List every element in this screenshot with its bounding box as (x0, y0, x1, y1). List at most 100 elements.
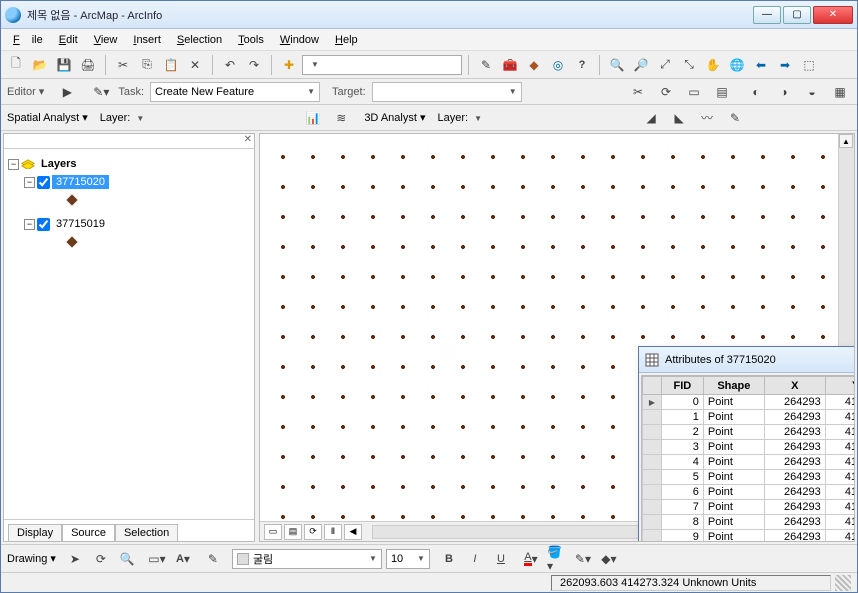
drawing-label[interactable]: Drawing ▾ (7, 552, 56, 565)
cell-shape[interactable]: Point (703, 470, 764, 485)
cell-y[interactable]: 414297 (825, 395, 855, 410)
cell-shape[interactable]: Point (703, 500, 764, 515)
cell-y[interactable]: 414296 (825, 410, 855, 425)
table-row[interactable]: 9Point26429341428844,203 (643, 530, 856, 543)
zoom-in-icon[interactable]: 🔍 (606, 54, 628, 76)
collapse-icon[interactable]: − (8, 159, 19, 170)
cell-x[interactable]: 264293 (764, 440, 825, 455)
threeD-tool2-icon[interactable]: ◣ (668, 107, 690, 129)
edit-tool3-icon[interactable]: ◑ (773, 81, 795, 103)
full-extent-icon[interactable]: 🌐 (726, 54, 748, 76)
new-icon[interactable]: 🗋 (5, 54, 27, 76)
fontsize-combo[interactable]: 10▼ (386, 549, 430, 569)
cell-fid[interactable]: 5 (661, 470, 703, 485)
contour-icon[interactable]: ≋ (330, 107, 352, 129)
cell-y[interactable]: 414291 (825, 485, 855, 500)
attributes-icon[interactable]: ▭ (683, 81, 705, 103)
menu-insert[interactable]: Insert (127, 32, 167, 48)
table-row[interactable]: 1Point26429341429644,392 (643, 410, 856, 425)
tab-source[interactable]: Source (62, 524, 115, 541)
italic-icon[interactable]: I (464, 548, 486, 570)
next-extent-icon[interactable]: ➡ (774, 54, 796, 76)
cell-fid[interactable]: 8 (661, 515, 703, 530)
task-combo[interactable]: Create New Feature▼ (150, 82, 320, 102)
cell-x[interactable]: 264293 (764, 425, 825, 440)
histogram-icon[interactable]: 📊 (302, 107, 324, 129)
col-shape[interactable]: Shape (703, 377, 764, 395)
menu-help[interactable]: Help (329, 32, 364, 48)
menu-view[interactable]: View (88, 32, 124, 48)
menu-selection[interactable]: Selection (171, 32, 228, 48)
open-icon[interactable]: 📂 (29, 54, 51, 76)
target-combo[interactable]: ▼ (372, 82, 522, 102)
fill-color-icon[interactable]: 🪣▾ (546, 548, 568, 570)
row-selector-header[interactable] (643, 377, 662, 395)
marker-color-icon[interactable]: ◆▾ (598, 548, 620, 570)
prev-extent-icon[interactable]: ⬅ (750, 54, 772, 76)
table-row[interactable]: 3Point26429341429444,35 (643, 440, 856, 455)
cell-x[interactable]: 264293 (764, 395, 825, 410)
row-handle[interactable] (643, 455, 662, 470)
line-color-icon[interactable]: ✎▾ (572, 548, 594, 570)
spatial-analyst-label[interactable]: Spatial Analyst ▾ (7, 111, 88, 124)
row-handle[interactable] (643, 425, 662, 440)
cell-fid[interactable]: 3 (661, 440, 703, 455)
scale-combo[interactable]: ▼ (302, 55, 462, 75)
edit-tool-icon[interactable]: ▶ (56, 81, 78, 103)
font-combo[interactable]: 굴림▼ (232, 549, 382, 569)
cell-y[interactable]: 414295 (825, 425, 855, 440)
cell-shape[interactable]: Point (703, 425, 764, 440)
row-handle[interactable] (643, 500, 662, 515)
diamond-point-symbol-icon[interactable] (66, 236, 77, 247)
tree-root-row[interactable]: − Layers (8, 155, 250, 173)
save-icon[interactable]: 💾 (53, 54, 75, 76)
table-row[interactable]: ▶0Point26429341429744,408 (643, 395, 856, 410)
close-button[interactable]: ✕ (813, 6, 853, 24)
cell-fid[interactable]: 6 (661, 485, 703, 500)
minimize-button[interactable]: — (753, 6, 781, 24)
cell-fid[interactable]: 7 (661, 500, 703, 515)
attr-titlebar[interactable]: Attributes of 37715020 — ▢ ✕ (639, 347, 855, 373)
sketch-props-icon[interactable]: ▤ (711, 81, 733, 103)
catalog-icon[interactable]: ◎ (547, 54, 569, 76)
cell-x[interactable]: 264293 (764, 485, 825, 500)
attribute-table-window[interactable]: Attributes of 37715020 — ▢ ✕ (638, 346, 855, 542)
edit-tool2-icon[interactable]: ◐ (745, 81, 767, 103)
fixed-zoom-out-icon[interactable]: ⤡ (678, 54, 700, 76)
layer-row-2[interactable]: − 37715019 (8, 215, 250, 233)
editor-toolbar-icon[interactable]: ✎ (475, 54, 497, 76)
cell-y[interactable]: 414288 (825, 530, 855, 543)
tab-display[interactable]: Display (8, 524, 62, 541)
threeD-analyst-label[interactable]: 3D Analyst ▾ (364, 111, 425, 124)
split-icon[interactable]: ✂ (627, 81, 649, 103)
layout-view-icon[interactable]: ▤ (284, 524, 302, 540)
cell-fid[interactable]: 2 (661, 425, 703, 440)
cell-x[interactable]: 264293 (764, 410, 825, 425)
layer-1-label[interactable]: 37715020 (52, 175, 109, 189)
underline-icon[interactable]: U (490, 548, 512, 570)
col-y[interactable]: Y (825, 377, 855, 395)
cell-shape[interactable]: Point (703, 455, 764, 470)
editor-label[interactable]: Editor ▾ (7, 85, 44, 98)
cell-fid[interactable]: 1 (661, 410, 703, 425)
table-row[interactable]: 5Point26429341429244,268 (643, 470, 856, 485)
toc-close-icon[interactable]: ✕ (4, 134, 254, 149)
layer-2-label[interactable]: 37715019 (52, 217, 109, 231)
threeD-tool1-icon[interactable]: ◢ (640, 107, 662, 129)
layer-row-1[interactable]: − 37715020 (8, 173, 250, 191)
cell-x[interactable]: 264293 (764, 500, 825, 515)
row-handle[interactable] (643, 470, 662, 485)
rectangle-tool-icon[interactable]: ▭▾ (146, 548, 168, 570)
cell-shape[interactable]: Point (703, 515, 764, 530)
select-elements-icon[interactable]: ⬚ (798, 54, 820, 76)
edit-tool4-icon[interactable]: ◒ (801, 81, 823, 103)
row-handle[interactable] (643, 530, 662, 543)
edit-tool5-icon[interactable]: ▦ (829, 81, 851, 103)
add-data-icon[interactable]: ✚ (278, 54, 300, 76)
col-x[interactable]: X (764, 377, 825, 395)
cell-x[interactable]: 264293 (764, 530, 825, 543)
whatsthis-icon[interactable]: ? (571, 54, 593, 76)
select-tool-icon[interactable]: ➤ (64, 548, 86, 570)
command-line-icon[interactable]: ◆ (523, 54, 545, 76)
table-row[interactable]: 6Point26429341429144,272 (643, 485, 856, 500)
